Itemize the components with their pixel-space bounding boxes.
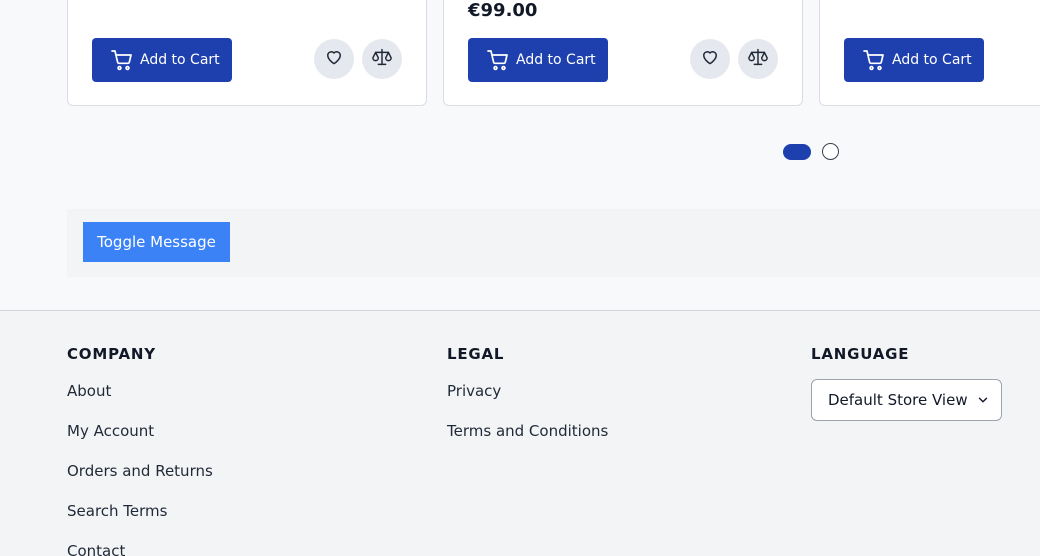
message-area: Toggle Message bbox=[67, 209, 1040, 277]
footer-link-search-terms[interactable]: Search Terms bbox=[67, 501, 213, 541]
footer-language-heading: LANGUAGE bbox=[811, 345, 910, 363]
heart-icon bbox=[324, 47, 344, 71]
footer-legal-column: LEGAL Privacy Terms and Conditions bbox=[447, 344, 608, 461]
footer-link-contact[interactable]: Contact bbox=[67, 541, 213, 556]
add-to-cart-button[interactable]: Add to Cart bbox=[468, 38, 608, 82]
product-card: Add to Cart bbox=[67, 0, 427, 106]
scale-icon bbox=[747, 46, 769, 72]
add-to-cart-button[interactable]: Add to Cart bbox=[92, 38, 232, 82]
carousel-page-2-dot[interactable] bbox=[822, 143, 839, 160]
product-price: €99.00 bbox=[468, 0, 538, 21]
heart-icon bbox=[700, 47, 720, 71]
footer-link-orders-returns[interactable]: Orders and Returns bbox=[67, 461, 213, 501]
footer: COMPANY About My Account Orders and Retu… bbox=[0, 310, 1040, 556]
add-to-cart-button[interactable]: Add to Cart bbox=[844, 38, 984, 82]
add-to-cart-label: Add to Cart bbox=[140, 52, 220, 68]
add-to-cart-label: Add to Cart bbox=[516, 52, 596, 68]
add-to-cart-label: Add to Cart bbox=[892, 52, 972, 68]
add-to-compare-button[interactable] bbox=[362, 39, 402, 79]
chevron-down-icon bbox=[976, 393, 990, 407]
footer-link-privacy[interactable]: Privacy bbox=[447, 381, 608, 421]
cart-icon bbox=[486, 48, 510, 72]
carousel-page-1-dot[interactable] bbox=[783, 144, 811, 160]
cart-icon bbox=[110, 48, 134, 72]
footer-link-about[interactable]: About bbox=[67, 381, 213, 421]
store-view-select[interactable]: Default Store View bbox=[811, 379, 1002, 421]
cart-icon bbox=[862, 48, 886, 72]
store-view-value: Default Store View bbox=[828, 391, 968, 409]
footer-link-terms[interactable]: Terms and Conditions bbox=[447, 421, 608, 461]
add-to-wishlist-button[interactable] bbox=[690, 39, 730, 79]
footer-company-heading: COMPANY bbox=[67, 345, 156, 363]
footer-language-column: LANGUAGE Default Store View bbox=[811, 344, 1002, 421]
footer-link-my-account[interactable]: My Account bbox=[67, 421, 213, 461]
product-card: €99.00 Add to Cart bbox=[443, 0, 803, 106]
product-card: Add to Cart bbox=[819, 0, 1040, 106]
footer-company-column: COMPANY About My Account Orders and Retu… bbox=[67, 344, 213, 556]
add-to-wishlist-button[interactable] bbox=[314, 39, 354, 79]
add-to-compare-button[interactable] bbox=[738, 39, 778, 79]
toggle-message-button[interactable]: Toggle Message bbox=[83, 222, 230, 262]
scale-icon bbox=[371, 46, 393, 72]
footer-legal-heading: LEGAL bbox=[447, 345, 505, 363]
